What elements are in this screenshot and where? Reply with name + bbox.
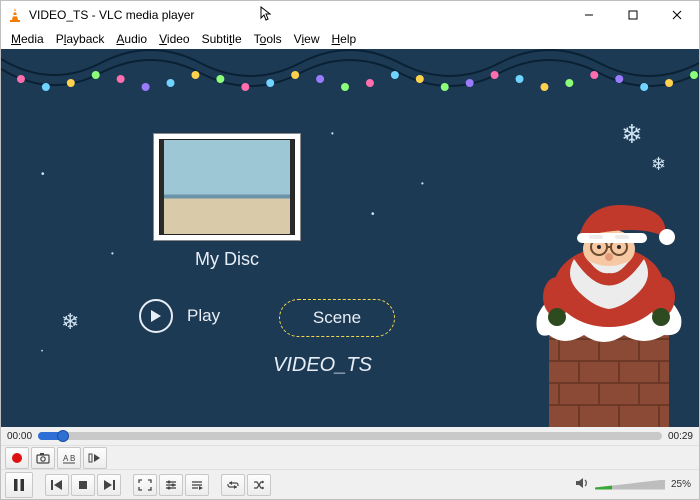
snowflake-icon: ❄ (61, 309, 79, 335)
menu-help[interactable]: Help (325, 30, 362, 48)
dvd-scene-label: Scene (313, 308, 361, 328)
santa-decor (439, 167, 699, 427)
snapshot-button[interactable] (31, 447, 55, 469)
snow-dot: • (421, 179, 424, 188)
play-circle-icon (139, 299, 173, 333)
menu-tools[interactable]: Tools (248, 30, 288, 48)
window-title: VIDEO_TS - VLC media player (29, 8, 194, 22)
playlist-button[interactable] (185, 474, 209, 496)
playback-toolbar: 25% (1, 469, 699, 499)
minimize-button[interactable] (567, 1, 611, 29)
maximize-button[interactable] (611, 1, 655, 29)
dvd-play-label: Play (187, 306, 220, 326)
loop-ab-button[interactable]: AB (57, 447, 81, 469)
time-total: 00:29 (668, 431, 693, 442)
close-button[interactable] (655, 1, 699, 29)
shuffle-button[interactable] (247, 474, 271, 496)
frame-step-button[interactable] (83, 447, 107, 469)
title-bar: VIDEO_TS - VLC media player (1, 1, 699, 29)
snow-dot: • (111, 249, 114, 258)
record-button[interactable] (5, 447, 29, 469)
menu-playback[interactable]: Playback (50, 30, 111, 48)
vlc-cone-icon (7, 7, 23, 23)
menu-media[interactable]: Media (5, 30, 50, 48)
video-area: • • • • ❄ ❄ ❄ • • My Disc Play Scene VID… (1, 49, 699, 427)
menu-bar: Media Playback Audio Video Subtitle Tool… (1, 29, 699, 49)
menu-video[interactable]: Video (153, 30, 195, 48)
fullscreen-button[interactable] (133, 474, 157, 496)
seek-row: 00:00 00:29 (1, 427, 699, 445)
string-lights-decor (1, 49, 699, 105)
dvd-thumbnail[interactable] (153, 133, 301, 241)
advanced-toolbar: AB (1, 445, 699, 469)
next-button[interactable] (97, 474, 121, 496)
snowflake-icon: ❄ (621, 119, 643, 150)
snow-dot: • (41, 349, 43, 355)
menu-subtitle[interactable]: Subtitle (196, 30, 248, 48)
volume-slider[interactable] (595, 480, 665, 490)
extended-settings-button[interactable] (159, 474, 183, 496)
dvd-disc-label: My Disc (151, 249, 303, 270)
volume-percent: 25% (671, 479, 691, 490)
loop-button[interactable] (221, 474, 245, 496)
pause-button[interactable] (5, 472, 33, 498)
menu-audio[interactable]: Audio (110, 30, 153, 48)
volume-control: 25% (575, 477, 695, 492)
speaker-icon[interactable] (575, 477, 589, 492)
menu-view[interactable]: View (288, 30, 326, 48)
snow-dot: • (41, 169, 45, 180)
snow-dot: • (371, 209, 375, 220)
dvd-play-button[interactable]: Play (139, 299, 220, 333)
cursor-icon (260, 6, 274, 25)
dvd-scene-button[interactable]: Scene (279, 299, 395, 337)
app-window: VIDEO_TS - VLC media player Media Playba… (0, 0, 700, 500)
snow-dot: • (331, 129, 334, 138)
time-elapsed: 00:00 (7, 431, 32, 442)
previous-button[interactable] (45, 474, 69, 496)
svg-text:A: A (63, 454, 69, 463)
svg-text:B: B (70, 454, 75, 463)
dvd-ts-label: VIDEO_TS (273, 354, 372, 377)
seek-knob[interactable] (58, 431, 68, 441)
seek-bar[interactable] (38, 432, 662, 440)
stop-button[interactable] (71, 474, 95, 496)
